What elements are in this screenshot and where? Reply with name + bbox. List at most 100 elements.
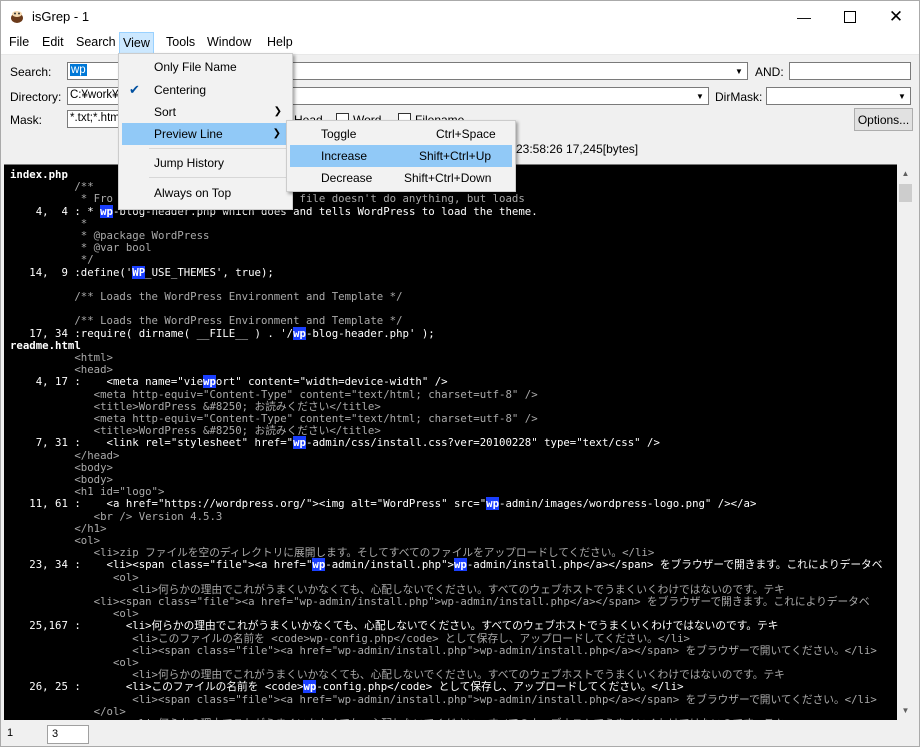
scroll-thumb[interactable] [899, 184, 912, 202]
dirmask-combo[interactable]: ▼ [766, 87, 911, 105]
directory-label: Directory: [10, 90, 62, 104]
submenu-arrow-icon: ❯ [273, 106, 282, 117]
result-context-line: <li><span class="file"><a href="wp-admin… [10, 595, 870, 608]
maximize-button[interactable] [827, 1, 873, 32]
match-text: 23, 34 : <li><span class="file"><a href=… [10, 558, 313, 572]
shortcut-decrease: Shift+Ctrl+Down [404, 171, 492, 185]
and-input[interactable] [789, 62, 911, 80]
match-text: 26, 25 : <li>このファイルの名前を <code> [10, 680, 304, 694]
result-context-line: </head> [10, 448, 120, 462]
menu-item-centering[interactable]: ✔ Centering [121, 79, 290, 101]
match-text: -config.php</code> として保存し、アップロードしてください。<… [316, 680, 684, 694]
result-match-line[interactable]: 4, 17 : <meta name="viewport" content="w… [10, 375, 448, 389]
result-match-line[interactable]: 25,167 : <li>何らかの理由でこれがうまくいかなくても、心配しないでく… [10, 620, 778, 632]
menu-item-toggle[interactable]: Toggle Ctrl+Space [289, 123, 513, 145]
match-highlight: wp [486, 497, 500, 511]
result-match-line[interactable]: 26, 25 : <li>このファイルの名前を <code>wp-config.… [10, 680, 684, 694]
result-context-line: <ol> [10, 570, 139, 584]
match-text: 17, 34 :require( dirname( __FILE__ ) . '… [10, 326, 294, 340]
close-icon: ✕ [888, 6, 904, 26]
result-context-line: <li><span class="file"><a href="wp-admin… [10, 643, 877, 657]
match-text: _USE_THEMES', true); [145, 265, 274, 279]
result-context-line: /** Loads the WordPress Environment and … [10, 290, 403, 303]
and-label: AND: [755, 65, 784, 79]
result-context-line: <li><span class="file"><a href="wp-admin… [10, 692, 877, 706]
match-text: 4, 4 : * [10, 204, 101, 218]
view-menu: Only File Name ✔ Centering Sort ❯ Previe… [118, 53, 293, 210]
directory-dropdown-button[interactable]: ▼ [691, 88, 708, 104]
match-highlight: wp [293, 436, 306, 450]
minimize-button[interactable]: — [781, 1, 827, 32]
shortcut-increase: Shift+Ctrl+Up [419, 149, 492, 163]
status-bar: 1 3 [1, 723, 919, 746]
menu-item-always-on-top[interactable]: Always on Top [121, 182, 290, 204]
match-text: 25,167 : <li>何らかの理由でこれがうまくいかなくても、心配しないでく… [10, 619, 779, 633]
status-cell-1: 1 [3, 725, 47, 744]
shortcut-toggle: Ctrl+Space [436, 127, 496, 141]
search-label: Search: [10, 65, 52, 79]
options-button[interactable]: Options... [854, 108, 913, 131]
menu-item-preview-line[interactable]: Preview Line ❯ [122, 123, 289, 145]
match-highlight: WP [132, 265, 146, 279]
preview-line-submenu: Toggle Ctrl+Space Increase Shift+Ctrl+Up… [286, 120, 516, 192]
app-icon [11, 11, 23, 23]
title-bar: isGrep - 1 — ✕ [1, 1, 919, 32]
result-match-line[interactable]: 14, 9 :define('WP_USE_THEMES', true); [10, 265, 274, 279]
window-title: isGrep - 1 [32, 9, 90, 24]
match-highlight: wp [293, 326, 306, 340]
scroll-up-button[interactable]: ▲ [897, 165, 914, 182]
menu-window[interactable]: Window [204, 35, 254, 49]
match-text: -admin/install.php"> [325, 558, 454, 572]
directory-input[interactable]: C:¥work¥ [70, 89, 119, 101]
menu-separator [149, 148, 287, 149]
chevron-down-icon: ▼ [901, 706, 910, 715]
match-highlight: wp [312, 558, 326, 572]
menu-view[interactable]: View [119, 32, 154, 54]
menu-search[interactable]: Search [73, 35, 119, 49]
menu-item-decrease[interactable]: Decrease Shift+Ctrl+Down [289, 167, 513, 189]
menu-edit[interactable]: Edit [39, 35, 67, 49]
match-text: 7, 31 : <link rel="stylesheet" href=" [10, 436, 294, 450]
menu-item-increase[interactable]: Increase Shift+Ctrl+Up [290, 145, 512, 167]
result-context-line: <li>何らかの理由でこれがうまくいかなくても、心配しないでください。すべてのウ… [10, 717, 785, 720]
menu-item-only-file-name[interactable]: Only File Name [121, 56, 290, 78]
match-highlight: wp [303, 680, 317, 694]
match-highlight: wp [454, 558, 467, 572]
chevron-up-icon: ▲ [901, 169, 910, 178]
result-match-line[interactable]: 11, 61 : <a href="https://wordpress.org/… [10, 497, 757, 511]
match-text: 14, 9 :define(' [10, 265, 133, 279]
vertical-scrollbar[interactable]: ▲ ▼ [897, 165, 914, 719]
maximize-icon [844, 10, 856, 23]
dirmask-label: DirMask: [715, 90, 763, 104]
menu-item-sort[interactable]: Sort ❯ [121, 101, 290, 123]
match-highlight: wp [100, 204, 113, 218]
submenu-arrow-icon: ❯ [272, 128, 281, 139]
menu-file[interactable]: File [6, 35, 32, 49]
app-window: isGrep - 1 — ✕ File Edit Search View Too… [0, 0, 920, 747]
result-match-line[interactable]: 7, 31 : <link rel="stylesheet" href="wp-… [10, 436, 660, 450]
match-text: -admin/install.php</a></span> をブラウザーで開きま… [466, 558, 883, 572]
menu-item-jump-history[interactable]: Jump History [121, 152, 290, 174]
result-match-line[interactable]: 17, 34 :require( dirname( __FILE__ ) . '… [10, 326, 435, 340]
match-text: ort" content="width=device-width" /> [215, 375, 448, 389]
search-input[interactable]: wp [70, 64, 87, 76]
dirmask-dropdown-button[interactable]: ▼ [893, 88, 910, 104]
match-text: 11, 61 : <a href="https://wordpress.org/… [10, 497, 487, 511]
results-pane[interactable]: index.php /** * Fro on. This file doesn'… [4, 164, 897, 720]
menu-help[interactable]: Help [264, 35, 296, 49]
match-highlight: wp [203, 375, 216, 389]
close-button[interactable]: ✕ [873, 1, 919, 32]
search-dropdown-button[interactable]: ▼ [730, 63, 747, 79]
match-text: -admin/images/wordpress-logo.png" /></a> [499, 497, 757, 511]
mask-label: Mask: [10, 113, 43, 127]
mask-value: *.txt;*.htm [70, 112, 120, 124]
menu-separator [149, 177, 287, 178]
scroll-down-button[interactable]: ▼ [897, 702, 914, 719]
result-context-line: <meta http-equiv="Content-Type" content=… [10, 387, 538, 401]
menu-tools[interactable]: Tools [163, 35, 198, 49]
match-text: -blog-header.php' ); [306, 326, 435, 340]
result-match-line[interactable]: 23, 34 : <li><span class="file"><a href=… [10, 558, 883, 572]
minimize-icon: — [797, 8, 811, 25]
menu-bar: File Edit Search View Tools Window Help [1, 32, 919, 55]
chevron-down-icon: ▼ [735, 66, 743, 76]
